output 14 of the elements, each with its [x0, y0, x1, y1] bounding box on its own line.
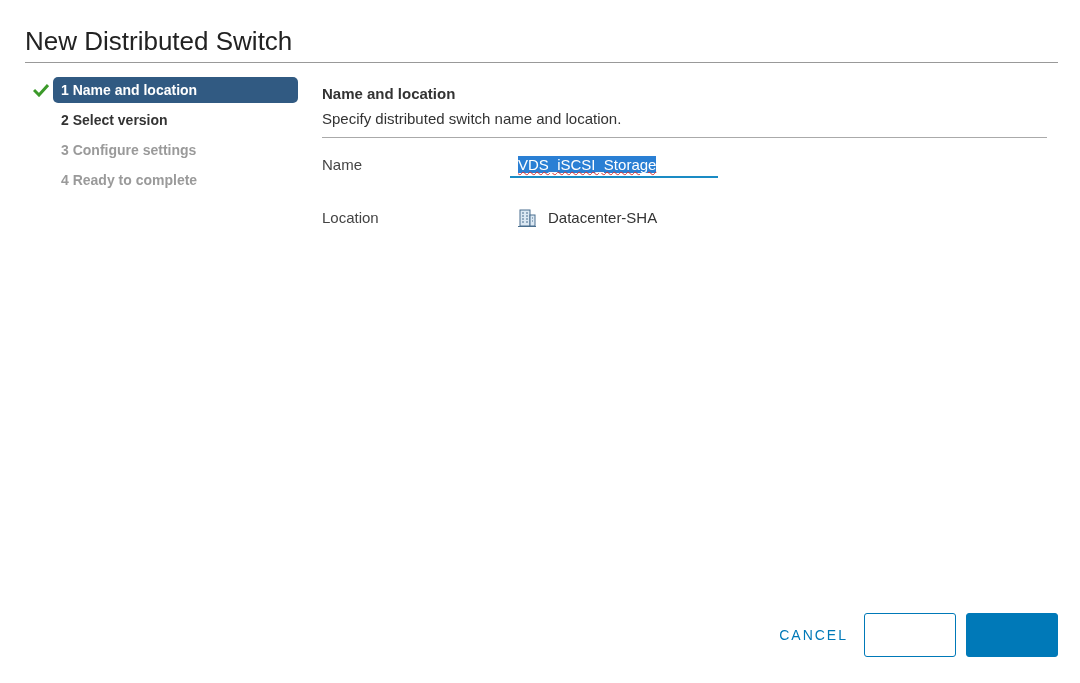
name-input-field[interactable]: VDS_iSCSI_Storage	[510, 151, 718, 178]
location-value: Datacenter-SHA	[548, 209, 658, 226]
wizard-step[interactable]: 2 Select version	[53, 107, 298, 133]
secondary-button[interactable]	[864, 613, 956, 657]
dialog-title: New Distributed Switch	[25, 26, 1058, 63]
wizard-step: 3 Configure settings	[53, 137, 298, 163]
building-icon	[518, 208, 536, 227]
field-label: Location	[322, 209, 380, 226]
wizard-step: 4 Ready to complete	[53, 167, 298, 193]
field-label: Name	[322, 156, 363, 173]
section-heading: Name and location	[322, 85, 457, 102]
section-description: Specify distributed switch name and location.	[322, 110, 623, 127]
cancel-button[interactable]: CANCEL	[773, 613, 854, 657]
wizard-step[interactable]: 1 Name and location	[53, 77, 298, 103]
